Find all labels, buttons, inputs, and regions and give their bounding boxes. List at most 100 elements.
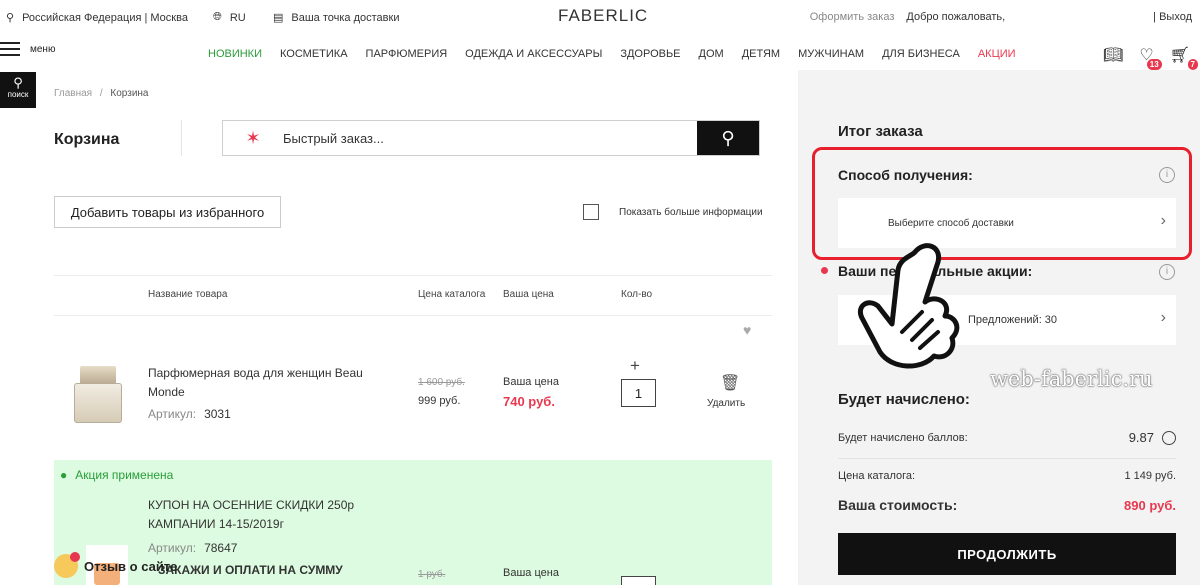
add-to-favorites-heart-icon[interactable]: ♥ — [743, 322, 751, 338]
nav-item-new[interactable]: НОВИНКИ — [208, 48, 262, 60]
col-header-catalog-price: Цена каталога — [418, 289, 486, 300]
promo-applied: ● Акция применена — [60, 468, 173, 482]
next-item-your-price-label: Ваша цена — [503, 567, 559, 579]
nav-item-sales[interactable]: АКЦИИ — [978, 48, 1016, 60]
page-title: Корзина — [54, 131, 120, 148]
points-label: Будет начислено баллов: — [838, 431, 968, 444]
catalog-book-icon[interactable]: 📖︎ — [1103, 45, 1123, 65]
quick-order-bar: ✶ Быстрый заказ... ⚲ — [222, 120, 760, 156]
location-pin-icon: ⚲ — [6, 12, 15, 24]
summary-title: Итог заказа — [838, 123, 923, 140]
col-header-your-price: Ваша цена — [503, 289, 554, 300]
account-links: Оформить заказ Добро пожаловать, | Выход — [810, 11, 1192, 23]
title-divider — [181, 120, 182, 156]
promos-count-text: Предложений: 30 — [968, 314, 1058, 326]
delete-button[interactable]: Удалить — [707, 398, 745, 409]
show-more-info-checkbox[interactable] — [583, 204, 599, 220]
summary-divider — [838, 458, 1176, 459]
search-label: поиск — [7, 90, 29, 99]
favorites-count-badge: 13 — [1146, 59, 1162, 70]
product-article: Артикул: 3031 — [148, 407, 231, 421]
product-image-beau-monde[interactable] — [72, 366, 124, 424]
your-cost-row: Ваша стоимость: 890 руб. — [838, 497, 1176, 513]
language-label: RU — [229, 11, 246, 24]
catalog-price-row: Цена каталога: 1 149 руб. — [838, 470, 1176, 482]
pointing-hand-icon — [858, 243, 960, 369]
region-label: Российская Федерация | Москва — [22, 11, 188, 24]
next-item-old-price: 1 руб. — [418, 569, 446, 580]
coupon-article: Артикул: 78647 — [148, 541, 238, 555]
show-more-info-label: Показать больше информации — [619, 207, 763, 218]
breadcrumb: Главная / Корзина — [54, 88, 149, 99]
checkout-link[interactable]: Оформить заказ — [810, 11, 895, 23]
globe-icon: 🌐︎ — [213, 11, 222, 23]
delivery-point-icon: ▤ — [273, 12, 284, 24]
your-price-label: Ваша цена — [503, 376, 559, 388]
delivery-point-link[interactable]: ▤ Ваша точка доставки — [273, 11, 400, 25]
site-review-label: Отзыв о сайте — [84, 558, 178, 574]
points-value: 9.87 — [1128, 430, 1154, 445]
promos-indicator-dot — [821, 267, 828, 274]
search-icon: ⚲ — [13, 75, 23, 90]
nav-item-business[interactable]: ДЛЯ БИЗНЕСА — [882, 48, 960, 60]
delivery-point-label: Ваша точка доставки — [291, 11, 400, 24]
breadcrumb-current: Корзина — [110, 88, 149, 99]
col-header-name: Название товара — [148, 289, 228, 300]
quick-order-search-button[interactable]: ⚲ — [697, 121, 759, 155]
table-top-line — [54, 275, 772, 276]
your-price-value: 740 руб. — [503, 394, 555, 409]
continue-button[interactable]: ПРОДОЛЖИТЬ — [838, 533, 1176, 575]
breadcrumb-home[interactable]: Главная — [54, 88, 92, 99]
breadcrumb-separator: / — [99, 88, 103, 99]
nav-item-home[interactable]: ДОМ — [699, 48, 724, 60]
chevron-right-icon: › — [1160, 309, 1166, 326]
catalog-price-label: Цена каталога: — [838, 470, 916, 482]
quick-order-input[interactable]: Быстрый заказ... — [283, 131, 697, 146]
site-review-widget[interactable]: Отзыв о сайте — [54, 552, 178, 578]
top-bar: ⚲ Российская Федерация | Москва 🌐︎ RU ▤ … — [0, 0, 1200, 34]
region-selector[interactable]: ⚲ Российская Федерация | Москва — [6, 11, 188, 25]
points-row: Будет начислено баллов: 9.87 — [838, 430, 1176, 445]
promo-dots-icon: ● — [60, 468, 68, 482]
promos-info-icon[interactable]: i — [1159, 264, 1175, 280]
watermark-text: web-faberlic.ru — [990, 367, 1153, 391]
cart-count-badge: 7 — [1187, 59, 1198, 70]
nav-item-cosmetics[interactable]: КОСМЕТИКА — [280, 48, 348, 60]
nav-icons: 📖︎ ♡ 13 🛒︎ 7 — [1103, 45, 1198, 70]
main-nav: НОВИНКИ КОСМЕТИКА ПАРФЮМЕРИЯ ОДЕЖДА И АК… — [208, 48, 1016, 60]
add-from-favorites-button[interactable]: Добавить товары из избранного — [54, 196, 281, 228]
trash-icon[interactable]: 🗑︎ — [720, 373, 740, 393]
qty-plus-button[interactable]: + — [630, 356, 640, 376]
language-selector[interactable]: 🌐︎ RU — [213, 11, 246, 24]
next-item-qty-input[interactable] — [621, 576, 656, 585]
col-header-qty: Кол-во — [621, 289, 653, 300]
nav-item-clothes[interactable]: ОДЕЖДА И АКСЕССУАРЫ — [465, 48, 602, 60]
username-redacted — [1009, 11, 1149, 23]
hamburger-icon — [0, 42, 20, 56]
chat-bubble-icon — [54, 552, 80, 578]
product-name[interactable]: Парфюмерная вода для женщин Beau Monde — [148, 364, 363, 402]
menu-label: меню — [30, 43, 56, 55]
table-header-line — [54, 315, 772, 316]
next-item-name[interactable]: ЗАКАЖИ И ОПЛАТИ НА СУММУ — [158, 563, 343, 577]
faberlic-logo[interactable]: FABERLIC — [558, 6, 648, 26]
cart-icon[interactable]: 🛒︎ 7 — [1170, 45, 1198, 70]
product-old-price: 1 600 руб. — [418, 377, 465, 388]
menu-button[interactable]: меню — [0, 42, 55, 56]
points-chart-icon[interactable] — [1162, 430, 1176, 445]
favorites-heart-icon[interactable]: ♡ 13 — [1139, 45, 1162, 70]
logout-link[interactable]: | Выход — [1153, 11, 1192, 23]
your-cost-value: 890 руб. — [1124, 497, 1176, 513]
search-icon: ⚲ — [721, 127, 735, 148]
promo-applied-label: Акция применена — [75, 468, 174, 482]
side-search-button[interactable]: ⚲ поиск — [0, 72, 36, 108]
coupon-name[interactable]: КУПОН НА ОСЕННИЕ СКИДКИ 250р КАМПАНИИ 14… — [148, 496, 354, 534]
earned-title: Будет начислено: — [838, 391, 970, 408]
welcome-text: Добро пожаловать, — [906, 11, 1006, 23]
your-cost-label: Ваша стоимость: — [838, 497, 958, 513]
nav-item-perfume[interactable]: ПАРФЮМЕРИЯ — [366, 48, 448, 60]
nav-item-kids[interactable]: ДЕТЯМ — [742, 48, 780, 60]
nav-item-health[interactable]: ЗДОРОВЬЕ — [620, 48, 680, 60]
qty-input[interactable]: 1 — [621, 379, 656, 407]
nav-item-men[interactable]: МУЖЧИНАМ — [798, 48, 864, 60]
